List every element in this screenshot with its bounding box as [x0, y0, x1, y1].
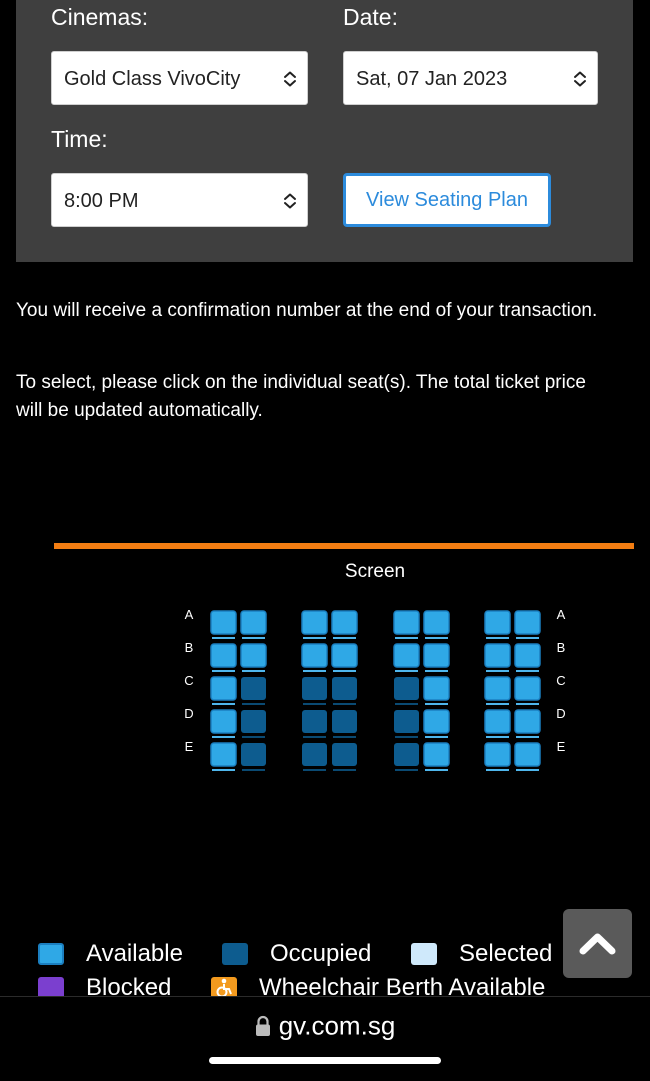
seat-select-instructions: To select, please click on the individua…: [16, 372, 586, 421]
seat-C8[interactable]: [514, 676, 541, 705]
legend-occupied-swatch: [222, 943, 248, 965]
row-label-right: D: [556, 706, 565, 721]
seat-B8[interactable]: [514, 643, 541, 672]
seat-C5: [394, 677, 419, 705]
select-chevron-icon: [574, 71, 586, 87]
seat-D1[interactable]: [210, 709, 237, 738]
seat-D8[interactable]: [514, 709, 541, 738]
seat-C3: [302, 677, 327, 705]
seat-E3: [302, 743, 327, 771]
seat-A4[interactable]: [331, 610, 358, 639]
seat-C4: [332, 677, 357, 705]
legend-available-label: Available: [86, 940, 183, 967]
seat-A3[interactable]: [301, 610, 328, 639]
seat-A6[interactable]: [423, 610, 450, 639]
seat-D2: [241, 710, 266, 738]
seat-B3[interactable]: [301, 643, 328, 672]
seat-C2: [241, 677, 266, 705]
screen-indicator-bar: [54, 543, 634, 549]
row-label-right: C: [556, 673, 565, 688]
row-label-left: A: [185, 607, 194, 622]
seat-C7[interactable]: [484, 676, 511, 705]
legend-selected-label: Selected: [459, 940, 553, 967]
row-label-left: D: [184, 706, 193, 721]
time-select-value: 8:00 PM: [64, 190, 139, 212]
legend-available: Available: [38, 940, 183, 968]
date-select[interactable]: Sat, 07 Jan 2023: [343, 51, 598, 105]
seat-E1[interactable]: [210, 742, 237, 771]
time-label: Time:: [51, 126, 108, 152]
seat-A8[interactable]: [514, 610, 541, 639]
home-indicator: [209, 1057, 441, 1064]
seat-map: A A B B C C D D E E: [184, 607, 566, 771]
legend-occupied-label: Occupied: [270, 940, 372, 967]
chevron-up-icon: [579, 933, 616, 955]
row-label-right: E: [557, 739, 566, 754]
seat-D4: [332, 710, 357, 738]
seat-D5: [394, 710, 419, 738]
cinema-select[interactable]: Gold Class VivoCity: [51, 51, 308, 105]
seat-A5[interactable]: [393, 610, 420, 639]
seat-E2: [241, 743, 266, 771]
row-label-right: A: [557, 607, 566, 622]
legend-available-swatch: [38, 943, 64, 965]
seat-A1[interactable]: [210, 610, 237, 639]
lock-icon: [255, 1016, 270, 1037]
time-select[interactable]: 8:00 PM: [51, 173, 308, 227]
seat-B5[interactable]: [393, 643, 420, 672]
url-display: gv.com.sg: [0, 1009, 650, 1042]
screen-label: Screen: [344, 561, 406, 582]
seat-E8[interactable]: [514, 742, 541, 771]
seat-E4: [332, 743, 357, 771]
seat-A2[interactable]: [240, 610, 267, 639]
row-label-left: B: [185, 640, 194, 655]
seat-B6[interactable]: [423, 643, 450, 672]
seat-B2[interactable]: [240, 643, 267, 672]
scroll-to-top-button[interactable]: [563, 909, 632, 978]
cinema-select-value: Gold Class VivoCity: [64, 68, 241, 90]
legend-selected-swatch: [411, 943, 437, 965]
seat-A7[interactable]: [484, 610, 511, 639]
row-label-left: E: [185, 739, 194, 754]
date-label: Date:: [343, 4, 398, 30]
seat-C1[interactable]: [210, 676, 237, 705]
select-chevron-icon: [284, 193, 296, 209]
view-seating-plan-button[interactable]: View Seating Plan: [343, 173, 551, 227]
row-label-left: C: [184, 673, 193, 688]
seat-E5: [394, 743, 419, 771]
seat-B4[interactable]: [331, 643, 358, 672]
seat-E7[interactable]: [484, 742, 511, 771]
seat-C6[interactable]: [423, 676, 450, 705]
legend-selected: Selected: [411, 940, 552, 968]
row-label-right: B: [557, 640, 566, 655]
seat-D6[interactable]: [423, 709, 450, 738]
seat-D3: [302, 710, 327, 738]
seat-B7[interactable]: [484, 643, 511, 672]
seat-D7[interactable]: [484, 709, 511, 738]
cinemas-label: Cinemas:: [51, 4, 149, 30]
seat-E6[interactable]: [423, 742, 450, 771]
seat-B1[interactable]: [210, 643, 237, 672]
date-select-value: Sat, 07 Jan 2023: [356, 68, 508, 90]
select-chevron-icon: [284, 71, 296, 87]
confirmation-info-text: You will receive a confirmation number a…: [16, 300, 598, 321]
browser-address-bar[interactable]: gv.com.sg: [0, 996, 650, 1081]
url-text: gv.com.sg: [278, 1010, 396, 1041]
legend-occupied: Occupied: [222, 940, 371, 968]
